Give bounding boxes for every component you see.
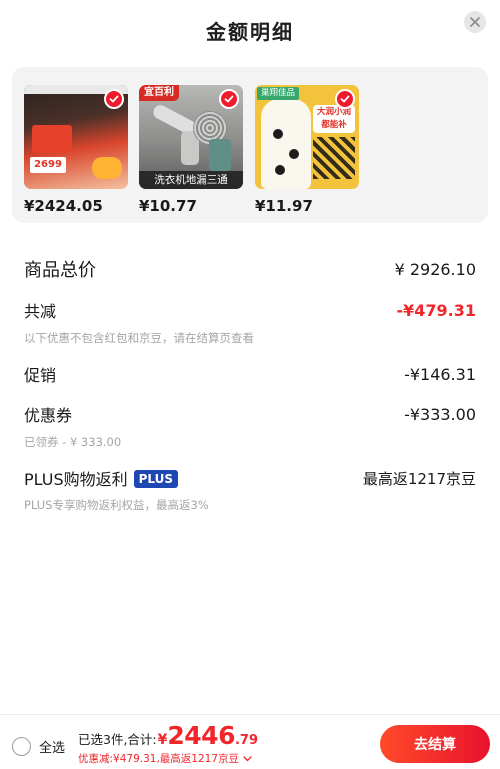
product-image[interactable]: 巢翔佳品 大润小润都能补 — [255, 85, 359, 189]
product-image-caption: 洗衣机地漏三通 — [139, 171, 243, 189]
order-summary: 已选3件,合计: ¥ 2446 .79 优惠减:¥479.31,最高返1217京… — [78, 721, 258, 766]
promotion-row: 促销 -¥146.31 — [24, 362, 476, 386]
select-all-label: 全选 — [39, 741, 66, 756]
discount-row: 共减 -¥479.31 — [24, 298, 476, 322]
coupon-note: 已领券 - ¥ 333.00 — [24, 435, 122, 449]
plus-rebate-value: 最高返1217京豆 — [362, 469, 476, 488]
total-amount-decimal: .79 — [234, 733, 259, 748]
discount-label: 共减 — [24, 302, 57, 321]
total-price-label: 商品总价 — [24, 260, 96, 281]
modal-title: 金额明细 — [206, 19, 294, 44]
promotion-value: -¥146.31 — [404, 364, 476, 384]
product-brand-tag: 宜百利 — [139, 85, 179, 101]
promotion-label: 促销 — [24, 366, 57, 385]
selected-check-icon — [335, 89, 355, 109]
product-image[interactable]: 2699 — [24, 85, 128, 189]
plus-rebate-label: PLUS购物返利 — [24, 470, 128, 489]
close-button[interactable] — [464, 11, 486, 33]
discount-summary-text: 优惠减:¥479.31,最高返1217京豆 — [78, 753, 240, 765]
discount-summary[interactable]: 优惠减:¥479.31,最高返1217京豆 — [78, 751, 258, 766]
selected-check-icon — [219, 89, 239, 109]
selected-count-text: 已选3件,合计: — [78, 732, 157, 747]
total-price-value: ¥ 2926.10 — [394, 259, 476, 279]
product-promo-label: 大润小润都能补 — [313, 105, 355, 133]
chevron-down-icon — [243, 755, 252, 761]
product-item[interactable]: 2699 ¥2424.05 — [24, 85, 128, 215]
product-image[interactable]: 宜百利 洗衣机地漏三通 — [139, 85, 243, 189]
select-all-toggle[interactable]: 全选 — [12, 737, 65, 756]
product-price: ¥2424.05 — [24, 197, 103, 215]
coupon-row: 优惠券 -¥333.00 — [24, 402, 476, 426]
total-currency: ¥ — [157, 732, 168, 748]
product-price: ¥11.97 — [255, 197, 313, 215]
discount-note: 以下优惠不包含红包和京豆，请在结算页查看 — [24, 331, 254, 345]
selected-check-icon — [104, 89, 124, 109]
discount-value: -¥479.31 — [396, 300, 476, 320]
plus-rebate-note: PLUS专享购物返利权益，最高返3% — [24, 498, 209, 512]
product-price: ¥10.77 — [139, 197, 197, 215]
plus-rebate-label-wrap: PLUS购物返利 PLUS — [24, 466, 179, 490]
close-icon — [470, 17, 480, 27]
coupon-label: 优惠券 — [24, 406, 73, 425]
total-price-row: 商品总价 ¥ 2926.10 — [24, 256, 476, 282]
plus-rebate-row: PLUS购物返利 PLUS 最高返1217京豆 — [24, 466, 476, 490]
checkout-bar: 全选 已选3件,合计: ¥ 2446 .79 优惠减:¥479.31,最高返12… — [0, 714, 500, 769]
select-all-radio[interactable] — [12, 737, 31, 756]
product-item[interactable]: 巢翔佳品 大润小润都能补 ¥11.97 — [255, 85, 359, 215]
checkout-button[interactable]: 去结算 — [380, 725, 490, 763]
coupon-value: -¥333.00 — [404, 404, 476, 424]
plus-badge: PLUS — [133, 470, 179, 488]
product-brand-tag: 巢翔佳品 — [257, 87, 300, 100]
product-item[interactable]: 宜百利 洗衣机地漏三通 ¥10.77 — [139, 85, 243, 215]
total-amount-integer: 2446 — [167, 721, 235, 750]
modal-header: 金额明细 — [0, 0, 500, 60]
selected-products-card: 2699 ¥2424.05 宜百利 洗衣机地漏三通 ¥10.77 巢翔佳品 大润… — [12, 67, 488, 223]
